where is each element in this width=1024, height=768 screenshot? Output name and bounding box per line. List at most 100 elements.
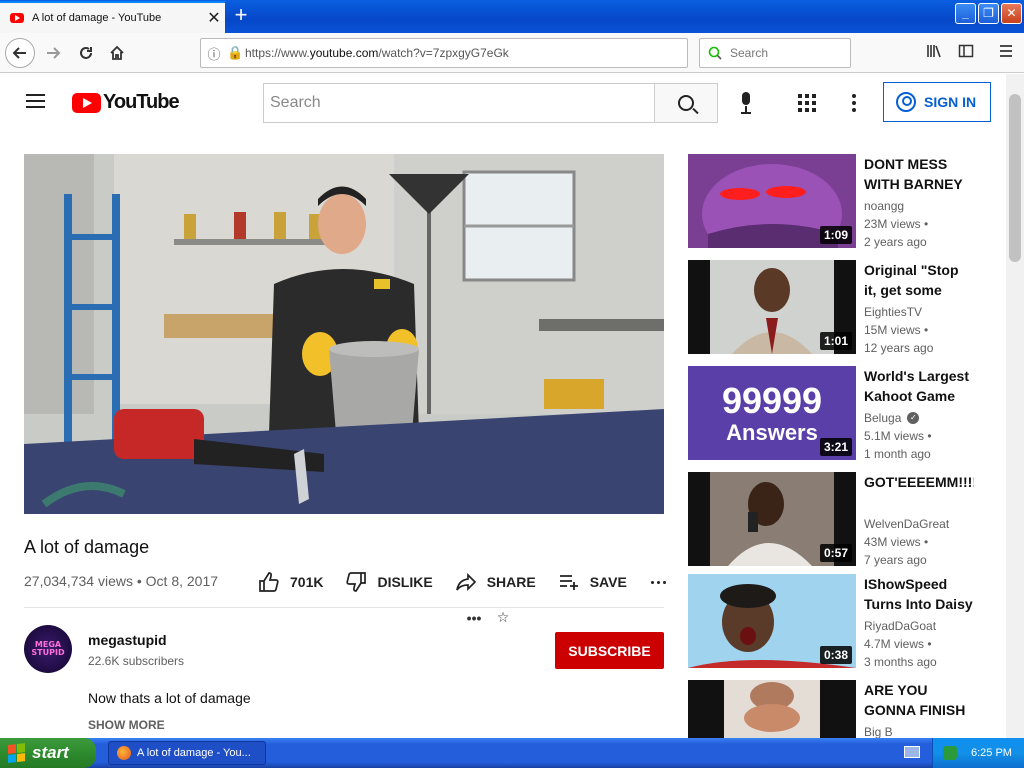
verified-icon: ✓ — [907, 412, 920, 424]
video-thumbnail[interactable]: 99999 Answers 3:21 — [688, 366, 856, 460]
recommendation-title[interactable]: World's Largest Kahoot Game Ever — [864, 366, 974, 406]
save-button[interactable]: SAVE — [558, 570, 627, 594]
video-thumbnail[interactable] — [688, 680, 856, 738]
home-icon[interactable] — [102, 38, 132, 68]
recommendation-channel[interactable]: EightiesTV — [864, 305, 922, 319]
browser-tab-active[interactable]: A lot of damage - YouTube ✕ — [0, 1, 225, 33]
browser-toolbar: ⓘ 🔒 https://www.youtube.com/watch?v=7zpx… — [0, 33, 1024, 626]
playlist-add-icon — [559, 575, 578, 590]
sign-in-button[interactable]: SIGN IN — [883, 82, 991, 122]
video-duration: 3:21 — [819, 438, 852, 456]
youtube-wordmark: YouTube — [103, 91, 180, 113]
browser-titlebar: A lot of damage - YouTube ✕ + _ ❐ ✕ — [0, 0, 1024, 33]
recommendation-item[interactable]: 0:38 IShowSpeed Turns Into Daisy RiyadDa… — [688, 574, 998, 669]
firefox-icon — [117, 746, 131, 760]
divider — [24, 607, 664, 608]
recommendation-title[interactable]: IShowSpeed Turns Into Daisy — [864, 574, 974, 614]
show-more-button[interactable]: SHOW MORE — [88, 718, 165, 732]
start-button[interactable]: start — [0, 738, 96, 768]
recommendation-age: 3 months ago — [864, 655, 937, 669]
share-button[interactable]: SHARE — [455, 570, 536, 594]
recommendation-item[interactable]: 1:01 Original "Stop it, get some help" E… — [688, 260, 998, 355]
recommendation-channel[interactable]: Big B — [864, 725, 893, 738]
url-text[interactable]: https://www.youtube.com/watch?v=7zpxgyG7… — [245, 46, 687, 60]
menu-icon[interactable] — [998, 43, 1014, 63]
video-thumbnail[interactable]: 0:38 — [688, 574, 856, 668]
url-bar[interactable]: ⓘ 🔒 https://www.youtube.com/watch?v=7zpx… — [200, 38, 688, 626]
youtube-header: YouTube Search SIGN IN — [0, 74, 1006, 132]
lock-icon[interactable]: 🔒 — [227, 45, 245, 61]
recommendation-item[interactable]: 0:57 GOT'EEEEMM!!!! WelvenDaGreat 43M vi… — [688, 472, 998, 567]
recommendation-views: 5.1M views • — [864, 429, 932, 443]
recommendation-age: 1 month ago — [864, 447, 931, 461]
youtube-search-input[interactable]: Search — [263, 83, 655, 123]
recommendation-views: 4.7M views • — [864, 637, 932, 651]
info-icon[interactable]: ⓘ — [201, 44, 227, 63]
page-actions-icon[interactable]: ••• — [467, 610, 482, 626]
video-title: A lot of damage — [24, 537, 150, 557]
tab-close-icon[interactable]: ✕ — [203, 8, 225, 28]
video-player[interactable] — [24, 154, 664, 514]
video-thumbnail[interactable]: 1:01 — [688, 260, 856, 354]
reload-icon[interactable] — [71, 38, 101, 68]
recommendation-item[interactable]: 1:09 DONT MESS WITH BARNEY noangg 23M vi… — [688, 154, 998, 249]
sidebar-icon[interactable] — [958, 43, 974, 63]
system-tray: 6:25 PM — [932, 738, 1024, 768]
library-icon[interactable] — [926, 43, 942, 63]
video-frame-image — [24, 154, 664, 514]
video-thumbnail[interactable]: 1:09 — [688, 154, 856, 248]
like-button[interactable]: 701K — [258, 570, 323, 594]
more-horiz-icon[interactable] — [650, 580, 666, 584]
recommendation-views: 43M views • — [864, 535, 929, 549]
youtube-play-icon — [72, 92, 101, 113]
channel-avatar[interactable]: MEGA STUPID — [24, 625, 72, 673]
clock[interactable]: 6:25 PM — [971, 747, 1012, 759]
video-thumbnail[interactable]: 0:57 — [688, 472, 856, 566]
taskbar-firefox-window[interactable]: A lot of damage - You... — [108, 741, 266, 765]
dislike-button[interactable]: DISLIKE — [345, 570, 433, 594]
network-icon[interactable] — [943, 746, 957, 760]
guide-menu-icon[interactable] — [26, 94, 45, 108]
recommendation-channel[interactable]: WelvenDaGreat — [864, 517, 949, 531]
close-window-button[interactable]: ✕ — [1001, 3, 1022, 24]
recommendation-title[interactable]: DONT MESS WITH BARNEY — [864, 154, 974, 194]
recommendation-views: 15M views • — [864, 323, 929, 337]
forward-arrow-icon[interactable] — [38, 38, 68, 68]
video-duration: 1:01 — [819, 332, 852, 350]
recommendation-title[interactable]: Original "Stop it, get some help" — [864, 260, 974, 300]
video-duration: 0:57 — [819, 544, 852, 562]
recommendation-channel[interactable]: RiyadDaGoat — [864, 619, 936, 633]
recommendation-title[interactable]: GOT'EEEEMM!!!! — [864, 472, 974, 492]
recommendation-channel[interactable]: noangg — [864, 199, 904, 213]
subscribe-button[interactable]: SUBSCRIBE — [555, 632, 664, 669]
restore-button[interactable]: ❐ — [978, 3, 999, 24]
youtube-search-button[interactable] — [654, 83, 718, 123]
mic-icon[interactable] — [738, 92, 754, 116]
sign-in-label: SIGN IN — [924, 94, 977, 110]
recommendation-views: 23M views • — [864, 217, 929, 231]
youtube-logo[interactable]: YouTube — [72, 91, 180, 114]
minimize-button[interactable]: _ — [955, 3, 976, 24]
recommendation-age: 12 years ago — [864, 341, 934, 355]
channel-name[interactable]: megastupid — [88, 632, 167, 648]
youtube-favicon-icon — [10, 13, 24, 23]
recommendation-item[interactable]: 99999 Answers 3:21 World's Largest Kahoo… — [688, 366, 998, 461]
like-icon — [259, 572, 279, 592]
keyboard-icon[interactable] — [904, 746, 920, 758]
apps-icon[interactable] — [798, 94, 816, 112]
more-vert-icon[interactable] — [852, 94, 856, 112]
user-icon — [896, 92, 916, 112]
subscriber-count: 22.6K subscribers — [88, 654, 185, 668]
new-tab-button[interactable]: + — [230, 4, 252, 27]
recommendation-title[interactable]: ARE YOU GONNA FINISH THAT — [864, 680, 974, 720]
search-icon — [678, 95, 694, 111]
avatar-logo-text: MEGA STUPID — [31, 640, 65, 657]
recommendation-age: 2 years ago — [864, 235, 927, 249]
recommendation-channel[interactable]: Beluga ✓ — [864, 411, 920, 425]
browser-search-input[interactable]: Search — [699, 38, 851, 68]
browser-search-placeholder: Search — [730, 46, 769, 60]
recommendation-item[interactable]: ARE YOU GONNA FINISH THAT Big B — [688, 680, 998, 738]
back-arrow-icon[interactable] — [5, 38, 35, 68]
scrollbar-thumb[interactable] — [1009, 94, 1021, 262]
bookmark-star-icon[interactable]: ☆ — [497, 609, 510, 626]
